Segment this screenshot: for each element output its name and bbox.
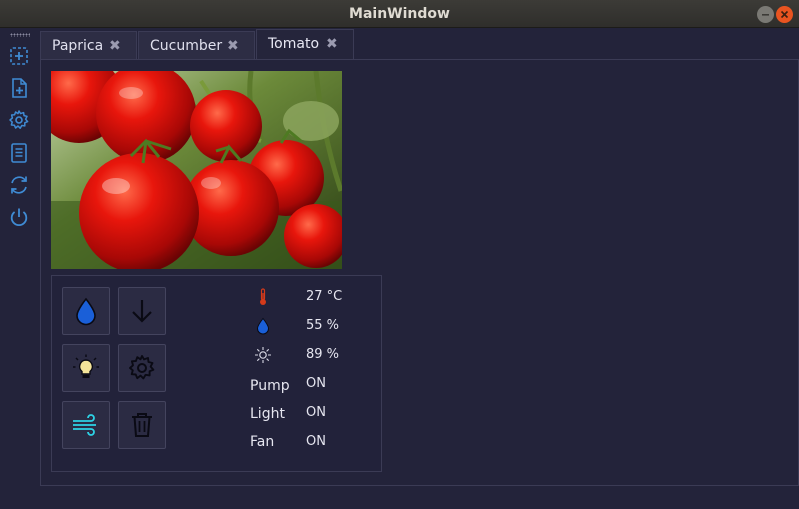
power-icon <box>10 208 28 226</box>
settings-button[interactable] <box>8 109 30 131</box>
document-list-icon <box>11 143 27 163</box>
humidity-value: 55 % <box>306 318 340 333</box>
tab-label: Paprica <box>52 38 104 54</box>
water-drop-icon <box>76 297 96 326</box>
arrow-down-icon <box>132 300 152 323</box>
minimize-button[interactable] <box>757 6 774 23</box>
tab-close-icon[interactable]: ✖ <box>227 38 239 54</box>
plant-controls-group: 27 °C 55 % 89 % Pump ON Light ON Fan ON <box>51 275 382 472</box>
delete-button[interactable] <box>118 401 166 449</box>
plant-tab-bar: Paprica ✖ Cucumber ✖ Tomato ✖ <box>38 28 799 61</box>
minimize-icon <box>762 14 769 16</box>
title-bar: MainWindow <box>0 0 799 28</box>
plant-photo <box>51 71 342 269</box>
power-button[interactable] <box>8 206 30 228</box>
light-bulb-icon <box>73 354 99 378</box>
tab-paprica[interactable]: Paprica ✖ <box>40 31 137 60</box>
pump-label: Pump <box>250 378 290 394</box>
status-bar <box>38 486 799 509</box>
add-plant-button[interactable] <box>8 45 30 67</box>
lower-button[interactable] <box>118 287 166 335</box>
file-plus-icon <box>12 78 27 98</box>
plus-square-icon <box>10 47 28 65</box>
log-button[interactable] <box>8 142 30 164</box>
pump-state: ON <box>306 376 326 391</box>
tab-close-icon[interactable]: ✖ <box>326 36 338 52</box>
close-icon <box>780 10 789 19</box>
tomato-image <box>51 71 342 269</box>
tab-label: Cucumber <box>150 38 223 54</box>
refresh-button[interactable] <box>8 174 30 196</box>
window-title: MainWindow <box>349 6 450 22</box>
sun-icon <box>254 346 272 364</box>
temperature-value: 27 °C <box>306 289 343 304</box>
light-label: Light <box>250 406 285 422</box>
tab-label: Tomato <box>268 36 320 52</box>
light-state: ON <box>306 405 326 420</box>
gear-icon <box>9 110 29 129</box>
gear-icon <box>129 355 155 380</box>
light-level-value: 89 % <box>306 347 340 362</box>
tab-cucumber[interactable]: Cucumber ✖ <box>138 31 255 60</box>
plant-settings-button[interactable] <box>118 344 166 392</box>
new-file-button[interactable] <box>8 77 30 99</box>
water-button[interactable] <box>62 287 110 335</box>
light-button[interactable] <box>62 344 110 392</box>
humidity-drop-icon <box>254 317 272 335</box>
fan-button[interactable] <box>62 401 110 449</box>
fan-label: Fan <box>250 434 275 450</box>
close-button[interactable] <box>776 6 793 23</box>
wind-icon <box>73 414 96 436</box>
thermometer-icon <box>254 288 272 306</box>
refresh-icon <box>11 176 27 194</box>
trash-icon <box>132 413 152 437</box>
toolbar-grip[interactable] <box>10 33 30 37</box>
tab-tomato[interactable]: Tomato ✖ <box>256 29 354 61</box>
left-toolbar <box>0 28 38 509</box>
fan-state: ON <box>306 434 326 449</box>
tab-close-icon[interactable]: ✖ <box>109 38 121 54</box>
